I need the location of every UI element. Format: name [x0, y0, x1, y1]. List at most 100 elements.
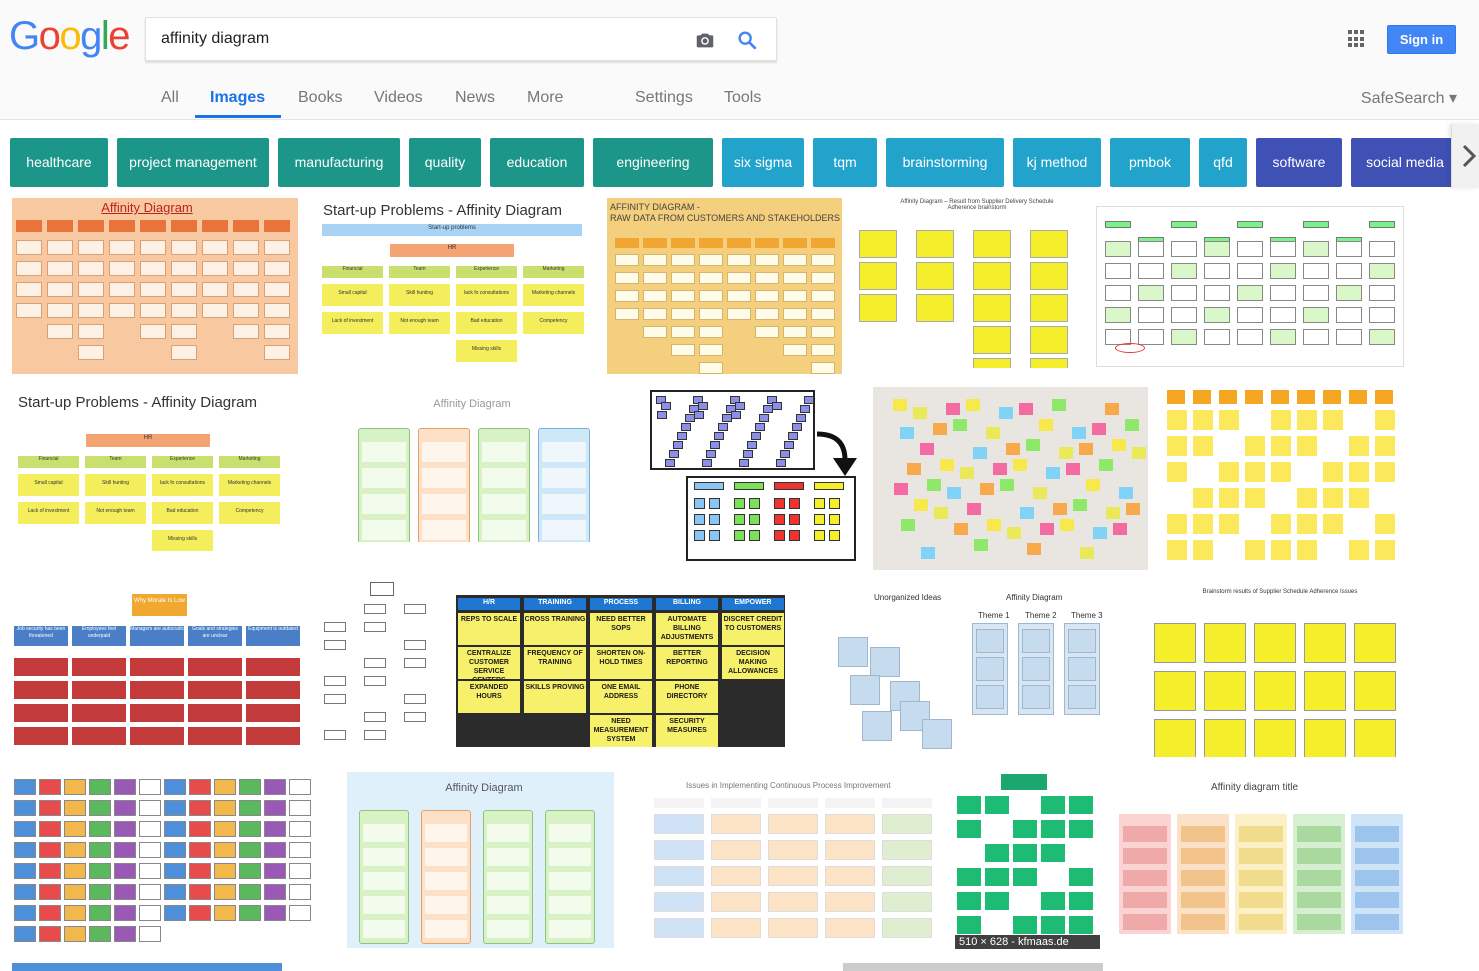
chip-six-sigma[interactable]: six sigma	[722, 138, 804, 187]
search-icon[interactable]	[736, 29, 758, 51]
sorted-box	[709, 498, 720, 509]
note-box	[233, 282, 259, 297]
chip-quality[interactable]: quality	[409, 138, 481, 187]
chip-qfd[interactable]: qfd	[1199, 138, 1247, 187]
chip-brainstorming[interactable]: brainstorming	[886, 138, 1004, 187]
cause-box	[14, 704, 68, 722]
result-image-15[interactable]: Brainstorm results of Supplier Schedule …	[1150, 585, 1408, 757]
note-box	[214, 884, 236, 900]
sticky-header: EMPOWER	[722, 598, 784, 610]
note-box	[1030, 358, 1068, 368]
result-image-12[interactable]	[318, 580, 442, 750]
result-image-10[interactable]	[1163, 386, 1403, 572]
chip-tqm[interactable]: tqm	[813, 138, 877, 187]
note-box	[14, 800, 36, 816]
result-image-4[interactable]: Affinity Diagram – Result from Supplier …	[857, 198, 1082, 368]
result-image-8[interactable]	[650, 390, 860, 566]
sorted-box	[734, 498, 745, 509]
apps-grid-icon[interactable]	[1348, 30, 1366, 48]
result-image-19[interactable]	[955, 772, 1100, 948]
result-image-14[interactable]: Unorganized Ideas Affinity Diagram Theme…	[830, 585, 1110, 750]
note-box	[1204, 263, 1230, 279]
result-image-1[interactable]: Affinity Diagram	[12, 198, 298, 374]
result-image-9[interactable]	[873, 387, 1148, 570]
result-image-17[interactable]: Affinity Diagram	[347, 772, 614, 948]
note-box: Missing skills	[456, 340, 517, 362]
note-box	[362, 494, 406, 514]
note-box	[671, 326, 695, 338]
sticky-note	[1080, 547, 1094, 559]
chip-manufacturing[interactable]: manufacturing	[278, 138, 400, 187]
chip-social-media[interactable]: social media	[1351, 138, 1459, 187]
note-box	[1204, 719, 1246, 757]
note-box	[699, 308, 723, 320]
note-box	[542, 520, 586, 540]
tab-settings[interactable]: Settings	[635, 88, 693, 108]
result-image-22[interactable]	[843, 963, 1103, 971]
chip-scroll-next[interactable]	[1451, 124, 1479, 188]
chip-engineering[interactable]: engineering	[593, 138, 713, 187]
sticky-note: BETTER REPORTING	[656, 647, 718, 679]
note-box	[1271, 436, 1291, 456]
google-logo[interactable]: Google	[9, 14, 130, 59]
result-image-2[interactable]: Start-up Problems - Affinity Diagram Sta…	[318, 198, 590, 366]
note-box	[140, 282, 166, 297]
note-box	[171, 303, 197, 318]
category-box: Experience	[152, 456, 213, 468]
result-image-5[interactable]	[1096, 206, 1404, 367]
result-image-6[interactable]: Start-up Problems - Affinity Diagram HR F…	[12, 388, 282, 551]
tab-news[interactable]: News	[455, 88, 495, 108]
note-box	[289, 842, 311, 858]
result-image-13[interactable]: H/R REPS TO SCALE CENTRALIZE CUSTOMER SERV…	[456, 595, 785, 747]
tab-more[interactable]: More	[527, 88, 563, 108]
cause-box	[72, 658, 126, 676]
result-image-11[interactable]: Why Morale Is Low Job security has been …	[12, 592, 302, 750]
chip-education[interactable]: education	[490, 138, 584, 187]
result-image-3[interactable]: AFFINITY DIAGRAM - RAW DATA FROM CUSTOME…	[607, 198, 842, 374]
tab-images[interactable]: Images	[210, 88, 265, 108]
idea-box	[698, 402, 708, 410]
idea-card	[1068, 629, 1096, 653]
tab-tools[interactable]: Tools	[724, 88, 761, 108]
note-box	[233, 240, 259, 255]
active-tab-indicator	[195, 115, 281, 118]
sticky-note: NEED BETTER SOPS	[590, 613, 652, 645]
camera-icon[interactable]	[694, 29, 716, 51]
result-image-16[interactable]	[12, 775, 312, 943]
tab-videos[interactable]: Videos	[374, 88, 423, 108]
tab-books[interactable]: Books	[298, 88, 342, 108]
note-box	[214, 800, 236, 816]
column-header	[1349, 390, 1367, 404]
note-box	[549, 896, 591, 914]
safesearch-menu[interactable]: SafeSearch ▾	[1361, 88, 1457, 108]
result-image-20[interactable]: Affinity diagram title	[1115, 778, 1405, 948]
note-box	[671, 344, 695, 356]
note-box	[214, 863, 236, 879]
idea-box	[694, 411, 704, 419]
chip-project-management[interactable]: project management	[117, 138, 269, 187]
chip-pmbok[interactable]: pmbok	[1110, 138, 1190, 187]
chip-software[interactable]: software	[1256, 138, 1342, 187]
note-box	[1336, 307, 1362, 323]
note-box	[957, 820, 981, 838]
sign-in-button[interactable]: Sign in	[1387, 25, 1456, 54]
idea-box	[677, 432, 687, 440]
note-box	[825, 840, 875, 860]
result-image-21[interactable]	[12, 963, 282, 971]
result-image-18[interactable]: Issues in Implementing Continuous Proces…	[650, 778, 940, 948]
tab-all[interactable]: All	[161, 88, 179, 108]
note-box	[1355, 826, 1399, 842]
sticky-note	[993, 463, 1007, 475]
chip-kj-method[interactable]: kj method	[1013, 138, 1101, 187]
note-box	[1245, 462, 1265, 482]
search-input[interactable]	[161, 30, 661, 48]
note-box	[289, 863, 311, 879]
note-box	[1204, 307, 1230, 323]
result-image-7[interactable]: Affinity Diagram	[352, 392, 592, 542]
chip-healthcare[interactable]: healthcare	[10, 138, 108, 187]
note-box	[882, 866, 932, 886]
note-box	[699, 290, 723, 302]
cause-box	[246, 658, 300, 676]
sticky-note	[913, 407, 927, 419]
note-box	[768, 918, 818, 938]
